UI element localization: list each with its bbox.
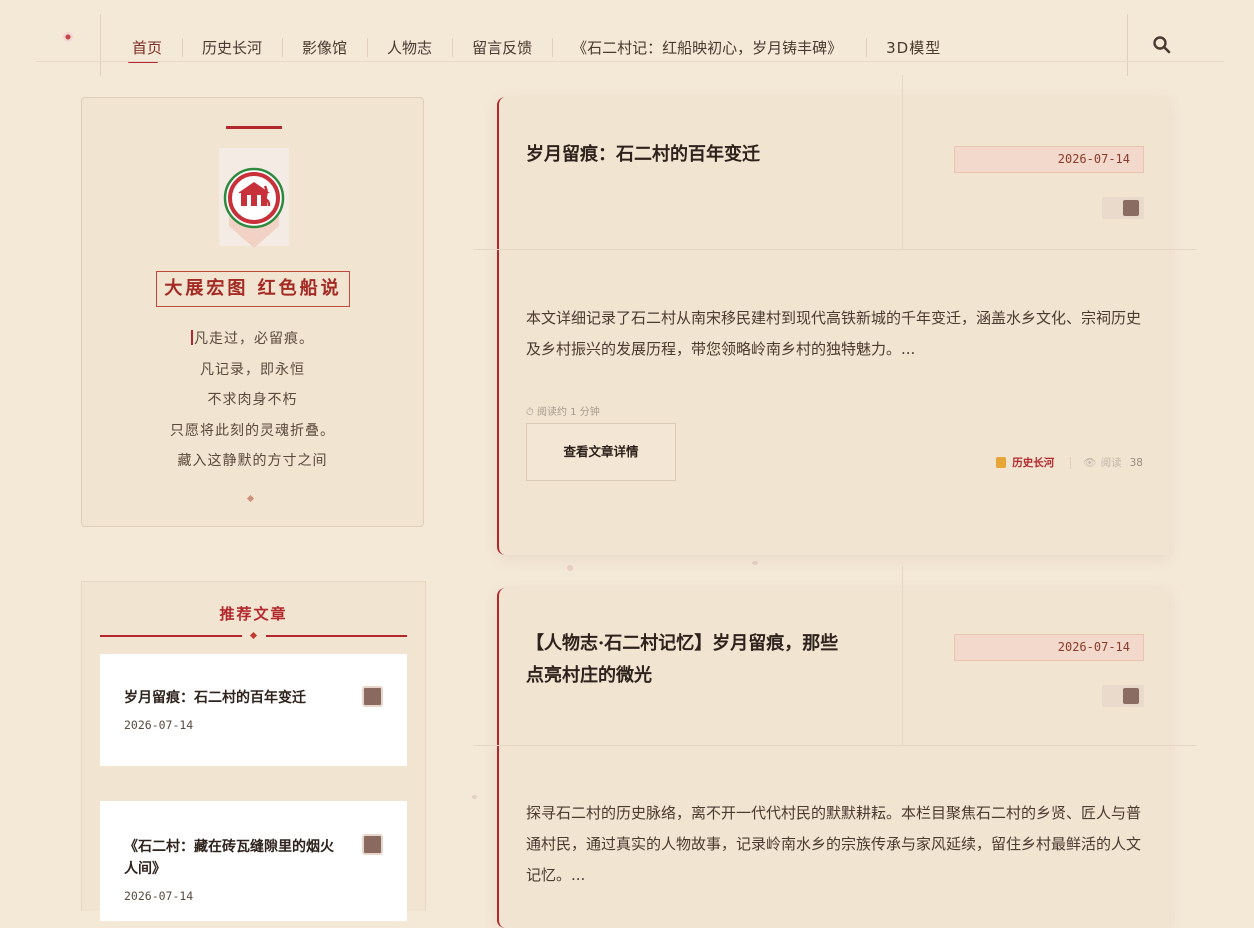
title-underline: [100, 635, 242, 637]
accent-bar: [226, 126, 282, 129]
views-label: 阅读: [1100, 457, 1122, 469]
petal-decoration: [472, 795, 477, 799]
article-date-badge: 2026-07-14: [954, 146, 1144, 173]
nav-divider: [100, 14, 101, 76]
card-divider: [902, 75, 903, 250]
site-logo-icon[interactable]: [63, 32, 73, 42]
article-meta: 历史长河 👁 阅读 38: [996, 455, 1143, 470]
title-underline: [266, 635, 407, 637]
recommended-item[interactable]: 岁月留痕：石二村的百年变迁 2026-07-14: [100, 654, 407, 766]
text-cursor: [191, 330, 193, 345]
meta-divider: [1070, 456, 1072, 469]
recommended-articles: 推荐文章 岁月留痕：石二村的百年变迁 2026-07-14 《石二村：藏在砖瓦缝…: [81, 581, 426, 921]
recommended-item-title[interactable]: 岁月留痕：石二村的百年变迁: [124, 687, 344, 709]
nav-item-feedback[interactable]: 留言反馈: [452, 37, 552, 59]
nav-item-3d-model[interactable]: 3D模型: [866, 37, 961, 59]
eye-icon: 👁: [1083, 457, 1097, 469]
article-thumbnail: [1102, 197, 1144, 219]
poem-line: 不求肉身不朽: [207, 392, 298, 408]
article-excerpt: 探寻石二村的历史脉络，离不开一代代村民的默默耕耘。本栏目聚焦石二村的乡贤、匠人与…: [526, 804, 1142, 884]
poem: 凡走过，必留痕。 凡记录，即永恒 不求肉身不朽 只愿将此刻的灵魂折叠。 藏入这静…: [82, 328, 423, 481]
emblem-icon: [223, 167, 285, 248]
village-emblem: [219, 148, 289, 248]
poem-line: 凡记录，即永恒: [200, 361, 305, 378]
diamond-ornament: [246, 494, 255, 503]
nav-item-book[interactable]: 《石二村记：红船映初心，岁月铸丰碑》: [552, 37, 866, 59]
nav-item-home[interactable]: 首页: [112, 37, 182, 63]
top-navigation: 首页 历史长河 影像馆 人物志 留言反馈 《石二村记：红船映初心，岁月铸丰碑》 …: [0, 0, 1254, 76]
poem-line: 只愿将此刻的灵魂折叠。: [170, 422, 335, 439]
article-date-badge: 2026-07-14: [954, 634, 1144, 661]
brand-slogan: 大展宏图 红色船说: [156, 271, 350, 307]
card-divider: [902, 566, 903, 746]
search-icon: [1153, 36, 1171, 54]
petal-decoration: [752, 561, 758, 565]
article-category[interactable]: 历史长河: [1012, 455, 1054, 470]
nav-item-history[interactable]: 历史长河: [182, 37, 282, 59]
recommended-item-date: 2026-07-14: [124, 718, 194, 732]
avatar-icon: [1122, 199, 1140, 217]
nav-item-people[interactable]: 人物志: [367, 37, 452, 59]
petal-decoration: [567, 565, 573, 571]
poem-line: 藏入这静默的方寸之间: [177, 453, 328, 469]
card-divider: [473, 745, 1197, 746]
diamond-ornament: [249, 631, 258, 640]
recommended-title: 推荐文章: [219, 605, 288, 623]
article-card: 【人物志·石二村记忆】岁月留痕，那些点亮村庄的微光 2026-07-14 探寻石…: [473, 566, 1197, 928]
search-button[interactable]: [1152, 35, 1172, 55]
view-count: 38: [1129, 456, 1143, 469]
read-time: ⏱ 阅读约 1 分钟: [526, 407, 600, 418]
profile-card: 大展宏图 红色船说 凡走过，必留痕。 凡记录，即永恒 不求肉身不朽 只愿将此刻的…: [81, 97, 424, 527]
article-excerpt: 本文详细记录了石二村从南宋移民建村到现代高铁新城的千年变迁，涵盖水乡文化、宗祠历…: [526, 309, 1142, 358]
recommended-item-title[interactable]: 《石二村：藏在砖瓦缝隙里的烟火人间》: [124, 836, 344, 880]
header-divider: [36, 61, 1224, 62]
article-title[interactable]: 【人物志·石二村记忆】岁月留痕，那些点亮村庄的微光: [526, 628, 856, 692]
recommended-item[interactable]: 《石二村：藏在砖瓦缝隙里的烟火人间》 2026-07-14: [100, 801, 407, 921]
scroll-icon: [996, 457, 1007, 468]
view-detail-button[interactable]: 查看文章详情: [526, 423, 676, 481]
thumbnail-icon: [362, 834, 383, 855]
article-thumbnail: [1102, 685, 1144, 707]
card-divider: [473, 249, 1197, 250]
article-title[interactable]: 岁月留痕：石二村的百年变迁: [526, 139, 856, 171]
nav-menu: 首页 历史长河 影像馆 人物志 留言反馈 《石二村记：红船映初心，岁月铸丰碑》 …: [112, 37, 961, 63]
nav-divider: [1127, 14, 1128, 76]
nav-item-gallery[interactable]: 影像馆: [282, 37, 367, 59]
poem-line: 凡走过，必留痕。: [82, 328, 423, 359]
article-card: 岁月留痕：石二村的百年变迁 2026-07-14 本文详细记录了石二村从南宋移民…: [473, 75, 1197, 555]
thumbnail-icon: [362, 686, 383, 707]
avatar-icon: [1122, 687, 1140, 705]
